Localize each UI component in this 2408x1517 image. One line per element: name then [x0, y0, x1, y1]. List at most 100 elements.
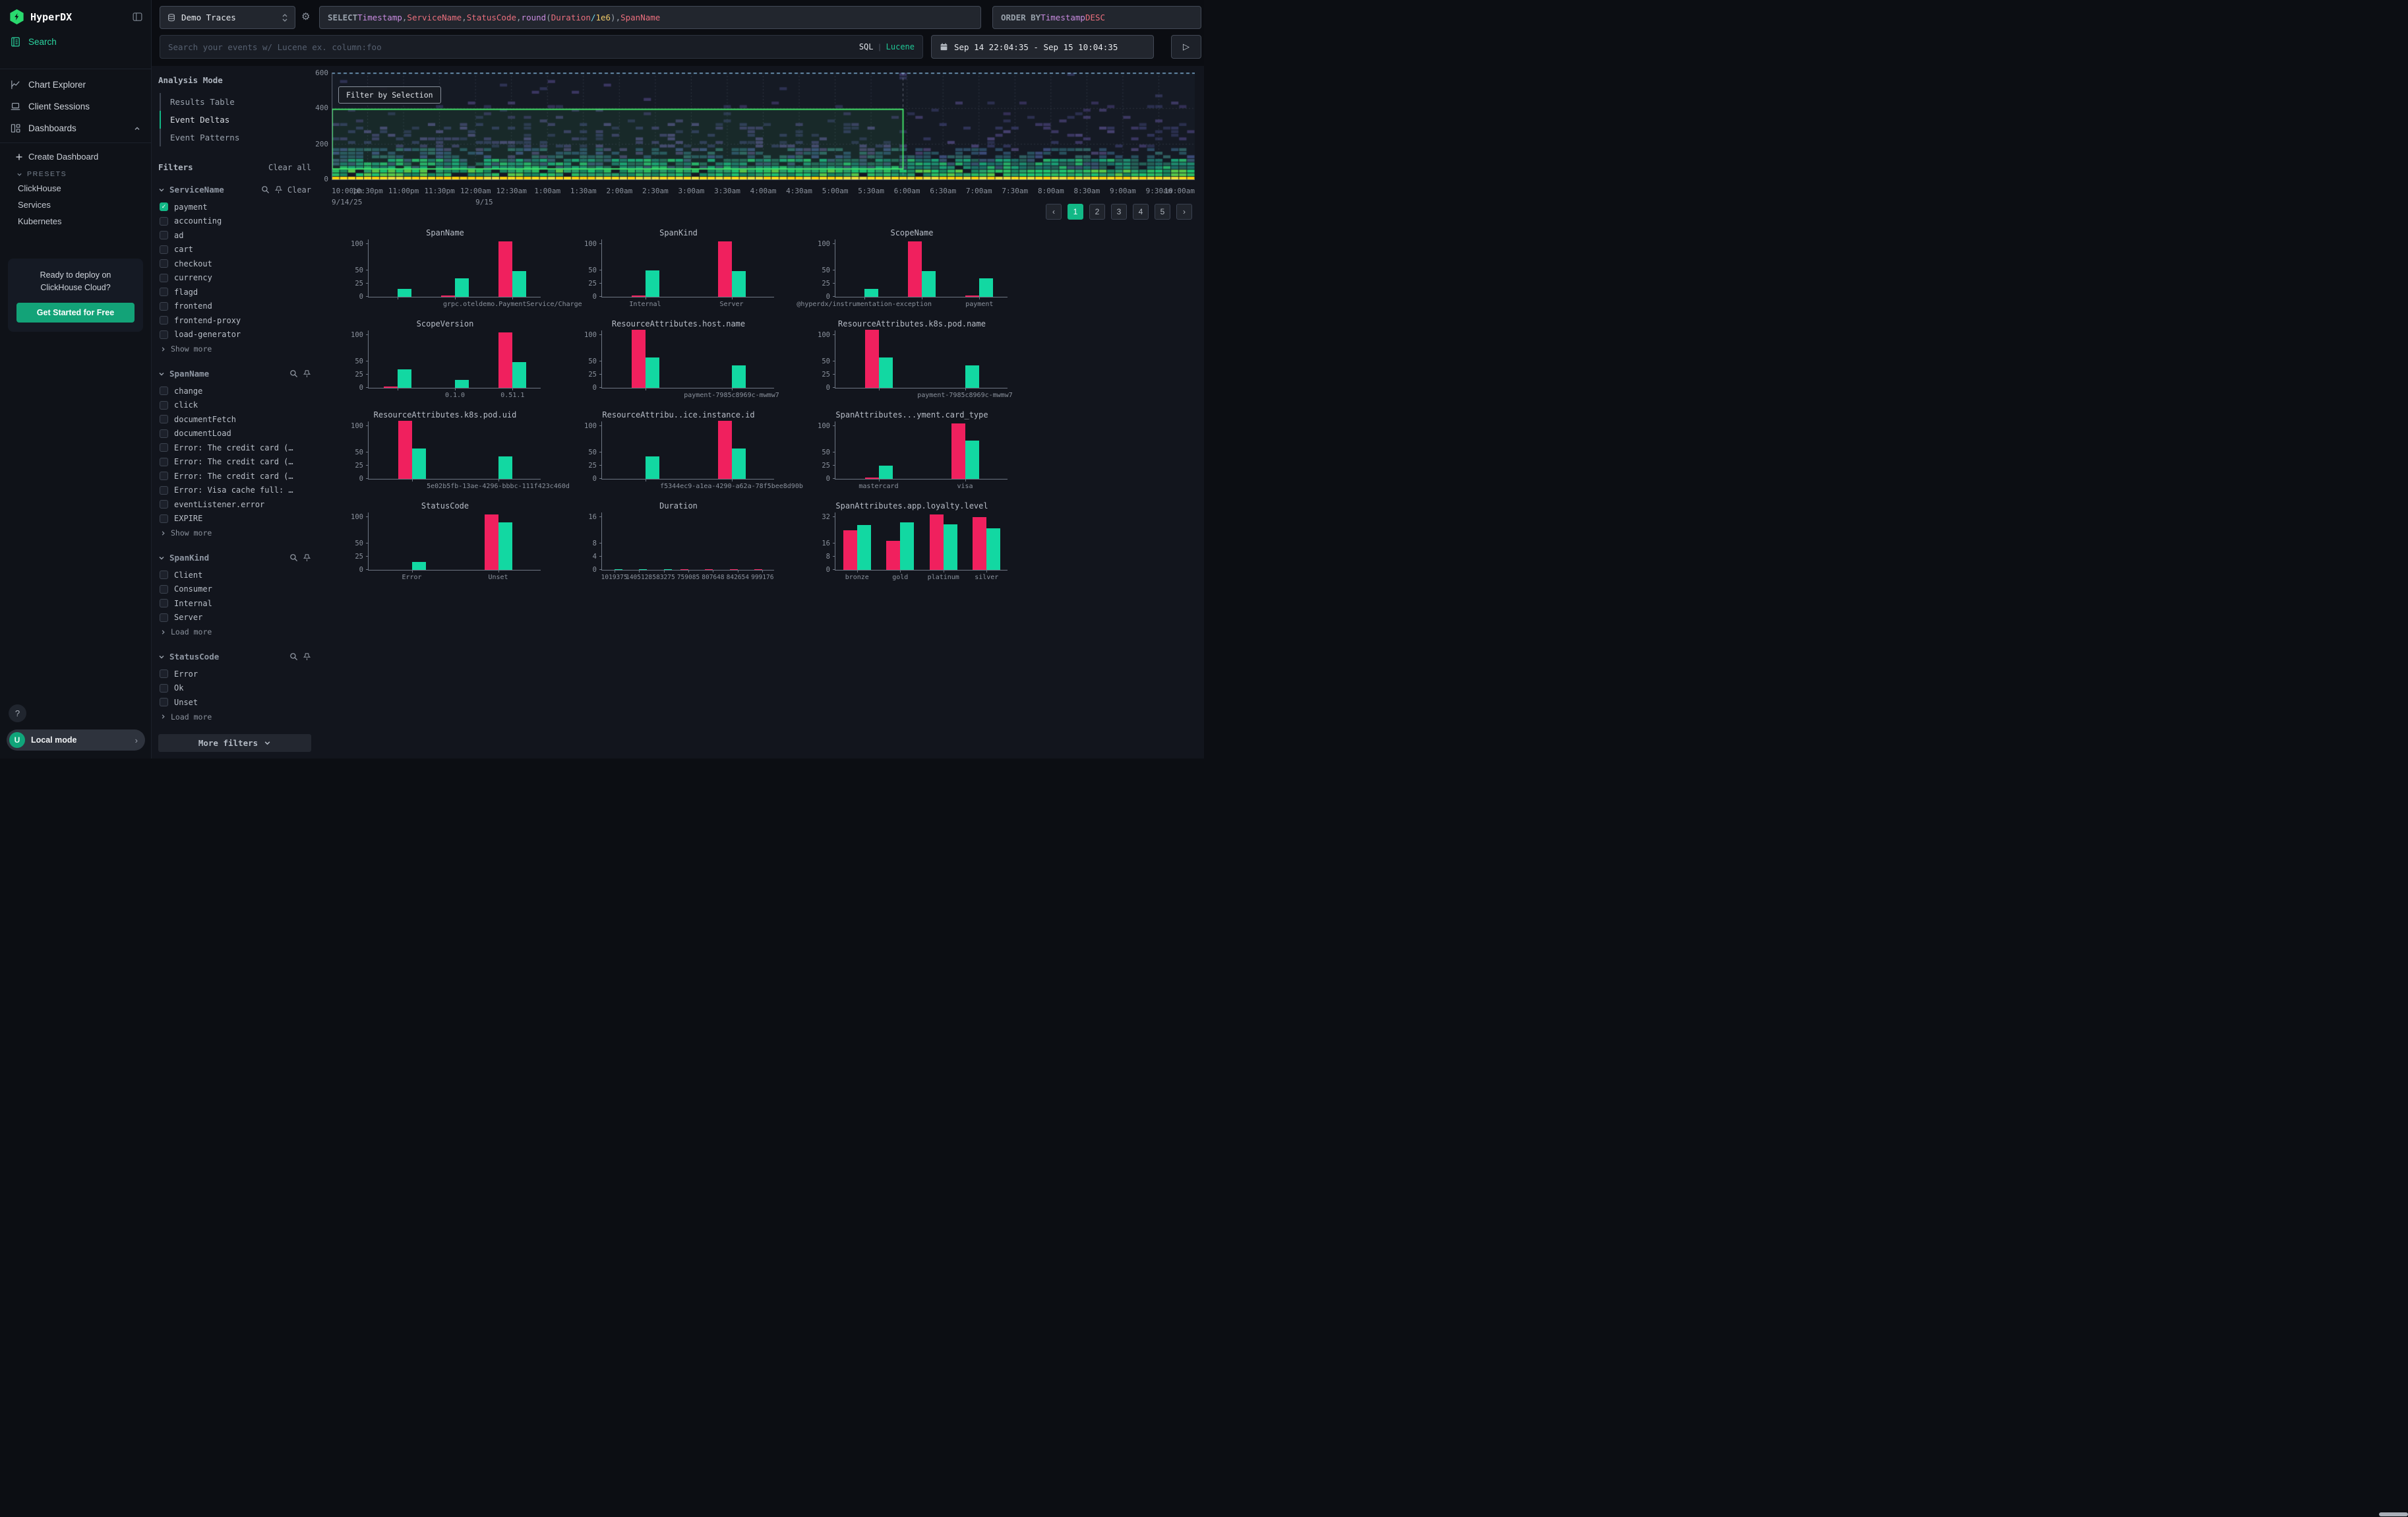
checkbox[interactable] — [160, 458, 168, 466]
filter-option-payment[interactable]: ✓payment — [158, 200, 311, 214]
filter-option-ok[interactable]: Ok — [158, 681, 311, 696]
filter-option-client[interactable]: Client — [158, 568, 311, 582]
checkbox[interactable] — [160, 669, 168, 678]
filter-option-unset[interactable]: Unset — [158, 695, 311, 710]
collapse-sidebar-icon[interactable] — [132, 11, 143, 22]
checkbox[interactable] — [160, 486, 168, 495]
orderby-clause-input[interactable]: ORDER BY Timestamp DESC — [992, 6, 1201, 29]
search-icon[interactable] — [289, 553, 298, 562]
filter-option-error-the-credit-card-[interactable]: Error: The credit card (… — [158, 469, 311, 483]
filter-option-documentload[interactable]: documentLoad — [158, 427, 311, 441]
checkbox[interactable] — [160, 302, 168, 311]
sql-mode-toggle[interactable]: SQL — [859, 42, 874, 51]
filter-option-eventlistener-error[interactable]: eventListener.error — [158, 497, 311, 512]
analysis-mode-event-deltas[interactable]: Event Deltas — [161, 111, 311, 129]
filter-by-selection-button[interactable]: Filter by Selection — [338, 86, 441, 104]
page-button-1[interactable]: 1 — [1068, 204, 1083, 220]
checkbox[interactable] — [160, 443, 168, 452]
page-button-5[interactable]: 5 — [1155, 204, 1170, 220]
lucene-mode-toggle[interactable]: Lucene — [886, 42, 915, 51]
search-icon[interactable] — [261, 185, 270, 194]
checkbox[interactable] — [160, 514, 168, 523]
checkbox[interactable] — [160, 429, 168, 438]
gear-icon[interactable]: ⚙ — [301, 11, 310, 22]
checkbox[interactable]: ✓ — [160, 202, 168, 211]
pin-icon[interactable] — [274, 185, 283, 194]
checkbox[interactable] — [160, 387, 168, 395]
source-select[interactable]: Demo Traces — [160, 6, 295, 29]
sidebar-item-kubernetes[interactable]: Kubernetes — [0, 213, 151, 230]
filter-option-click[interactable]: click — [158, 398, 311, 413]
select-clause-input[interactable]: SELECT Timestamp, ServiceName, StatusCod… — [319, 6, 981, 29]
presets-toggle[interactable]: PRESETS — [0, 165, 151, 180]
sidebar-item-client-sessions[interactable]: Client Sessions — [0, 96, 151, 117]
checkbox[interactable] — [160, 684, 168, 693]
help-button[interactable]: ? — [9, 704, 26, 722]
sidebar-item-dashboards[interactable]: Dashboards — [0, 117, 151, 139]
analysis-mode-results-table[interactable]: Results Table — [161, 93, 311, 111]
search-icon[interactable] — [289, 652, 298, 661]
filter-option-error-visa-cache-full-[interactable]: Error: Visa cache full: … — [158, 483, 311, 498]
page-button-2[interactable]: 2 — [1089, 204, 1105, 220]
filter-option-cart[interactable]: cart — [158, 243, 311, 257]
page-button-4[interactable]: 4 — [1133, 204, 1149, 220]
checkbox[interactable] — [160, 330, 168, 339]
checkbox[interactable] — [160, 472, 168, 480]
create-dashboard-button[interactable]: Create Dashboard — [0, 148, 151, 165]
filter-option-checkout[interactable]: checkout — [158, 257, 311, 271]
filter-option-change[interactable]: change — [158, 384, 311, 398]
checkbox[interactable] — [160, 585, 168, 594]
heatmap-canvas[interactable] — [332, 73, 1195, 180]
sidebar-item-search[interactable]: Search — [0, 31, 151, 53]
sidebar-item-clickhouse[interactable]: ClickHouse — [0, 180, 151, 197]
clear-all-button[interactable]: Clear all — [268, 163, 311, 172]
local-mode-pill[interactable]: U Local mode › — [7, 729, 145, 751]
filter-option-flagd[interactable]: flagd — [158, 285, 311, 299]
checkbox[interactable] — [160, 259, 168, 268]
checkbox[interactable] — [160, 500, 168, 509]
filter-option-currency[interactable]: currency — [158, 271, 311, 286]
load-more-link[interactable]: Load more — [158, 710, 311, 724]
page-next-button[interactable]: › — [1176, 204, 1192, 220]
page-prev-button[interactable]: ‹ — [1046, 204, 1062, 220]
sidebar-item-services[interactable]: Services — [0, 197, 151, 213]
pin-icon[interactable] — [303, 652, 311, 661]
search-input[interactable] — [168, 42, 854, 52]
checkbox[interactable] — [160, 316, 168, 325]
filter-section-header[interactable]: SpanKind — [158, 553, 311, 563]
show-more-link[interactable]: Show more — [158, 526, 311, 540]
checkbox[interactable] — [160, 599, 168, 607]
analysis-mode-event-patterns[interactable]: Event Patterns — [161, 129, 311, 146]
filter-option-documentfetch[interactable]: documentFetch — [158, 412, 311, 427]
checkbox[interactable] — [160, 571, 168, 579]
more-filters-button[interactable]: More filters — [158, 734, 311, 752]
filter-option-ad[interactable]: ad — [158, 228, 311, 243]
get-started-button[interactable]: Get Started for Free — [16, 303, 135, 323]
checkbox[interactable] — [160, 613, 168, 622]
search-icon[interactable] — [289, 369, 298, 378]
checkbox[interactable] — [160, 231, 168, 239]
checkbox[interactable] — [160, 245, 168, 254]
filter-section-header[interactable]: ServiceNameClear — [158, 185, 311, 195]
filter-option-consumer[interactable]: Consumer — [158, 582, 311, 597]
filter-option-load-generator[interactable]: load-generator — [158, 328, 311, 342]
show-more-link[interactable]: Show more — [158, 342, 311, 356]
filter-option-internal[interactable]: Internal — [158, 596, 311, 611]
checkbox[interactable] — [160, 415, 168, 423]
filter-option-server[interactable]: Server — [158, 611, 311, 625]
checkbox[interactable] — [160, 698, 168, 706]
checkbox[interactable] — [160, 217, 168, 226]
filter-option-accounting[interactable]: accounting — [158, 214, 311, 229]
load-more-link[interactable]: Load more — [158, 625, 311, 639]
filter-option-frontend[interactable]: frontend — [158, 299, 311, 314]
filter-option-error-the-credit-card-[interactable]: Error: The credit card (… — [158, 441, 311, 455]
sidebar-item-chart-explorer[interactable]: Chart Explorer — [0, 74, 151, 96]
filter-option-frontend-proxy[interactable]: frontend-proxy — [158, 313, 311, 328]
checkbox[interactable] — [160, 401, 168, 410]
filter-option-error[interactable]: Error — [158, 667, 311, 681]
filter-option-error-the-credit-card-[interactable]: Error: The credit card (… — [158, 455, 311, 470]
checkbox[interactable] — [160, 288, 168, 296]
page-button-3[interactable]: 3 — [1111, 204, 1127, 220]
checkbox[interactable] — [160, 274, 168, 282]
run-query-button[interactable]: ▷ — [1171, 35, 1201, 59]
